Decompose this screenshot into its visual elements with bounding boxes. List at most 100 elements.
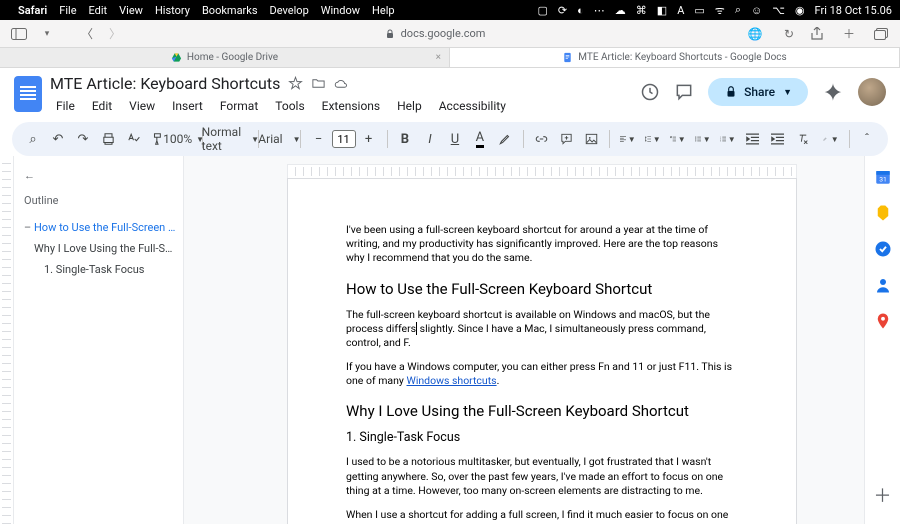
account-avatar[interactable]: [858, 78, 886, 106]
decrease-indent-icon[interactable]: [742, 127, 764, 151]
docs-logo-icon[interactable]: [14, 76, 42, 112]
heading-2[interactable]: How to Use the Full-Screen Keyboard Shor…: [346, 280, 738, 298]
bulleted-list-icon[interactable]: ▼: [692, 127, 714, 151]
keep-icon[interactable]: [874, 204, 892, 222]
body-paragraph[interactable]: I've been using a full-screen keyboard s…: [346, 223, 738, 266]
horizontal-ruler[interactable]: [287, 164, 797, 178]
tab-close-icon[interactable]: ×: [436, 52, 441, 63]
tray-icon[interactable]: ☁: [615, 4, 626, 17]
font-size-decrease[interactable]: −: [308, 127, 330, 151]
menubar-item-window[interactable]: Window: [321, 4, 360, 17]
tray-icon[interactable]: ⋯: [594, 4, 605, 17]
tray-siri-icon[interactable]: ◉: [795, 4, 805, 17]
tray-control-center-icon[interactable]: ⌥: [772, 4, 785, 17]
contacts-icon[interactable]: [874, 276, 892, 294]
menubar-item-edit[interactable]: Edit: [89, 4, 108, 17]
maps-icon[interactable]: [874, 312, 892, 330]
docs-menu-extensions[interactable]: Extensions: [316, 96, 386, 116]
gemini-icon[interactable]: [822, 81, 844, 103]
zoom-select[interactable]: 100%▼: [172, 127, 195, 151]
body-paragraph[interactable]: When I use a shortcut for adding a full …: [346, 508, 738, 524]
comments-icon[interactable]: [674, 82, 694, 102]
cloud-saved-icon[interactable]: [334, 76, 349, 91]
docs-menu-insert[interactable]: Insert: [166, 96, 209, 116]
calendar-icon[interactable]: 31: [874, 168, 892, 186]
tray-user-icon[interactable]: ☺: [751, 4, 762, 17]
body-paragraph[interactable]: I used to be a notorious multitasker, bu…: [346, 455, 738, 498]
outline-item[interactable]: Why I Love Using the Full-Screen...: [24, 238, 177, 259]
italic-icon[interactable]: I: [419, 127, 441, 151]
font-size-increase[interactable]: +: [358, 127, 380, 151]
tabs-overview-icon[interactable]: [872, 25, 890, 43]
paragraph-style-select[interactable]: Normal text▼: [210, 127, 252, 151]
chevron-down-icon[interactable]: ▾: [38, 25, 56, 43]
tray-wifi-icon[interactable]: ᯤ: [715, 3, 725, 18]
heading-2[interactable]: Why I Love Using the Full-Screen Keyboar…: [346, 402, 738, 420]
move-folder-icon[interactable]: [311, 76, 326, 91]
sidebar-toggle-icon[interactable]: [10, 25, 28, 43]
collapse-toolbar-icon[interactable]: ˆ: [856, 127, 878, 151]
body-paragraph[interactable]: If you have a Windows computer, you can …: [346, 360, 738, 388]
forward-button[interactable]: 〉: [106, 25, 124, 43]
bold-icon[interactable]: B: [394, 127, 416, 151]
hyperlink[interactable]: Windows shortcuts: [407, 374, 497, 387]
menubar-clock[interactable]: Fri 18 Oct 15.06: [815, 4, 892, 17]
highlight-color-icon[interactable]: [494, 127, 516, 151]
font-family-select[interactable]: Arial▼: [266, 127, 294, 151]
docs-menu-view[interactable]: View: [123, 96, 161, 116]
docs-menu-help[interactable]: Help: [391, 96, 428, 116]
body-paragraph[interactable]: The full-screen keyboard shortcut is ava…: [346, 308, 738, 351]
add-addon-icon[interactable]: ＋: [874, 482, 892, 508]
tray-icon[interactable]: ⌘: [636, 4, 647, 17]
increase-indent-icon[interactable]: [767, 127, 789, 151]
tasks-icon[interactable]: [874, 240, 892, 258]
search-menus-icon[interactable]: ⌕: [22, 127, 44, 151]
align-select[interactable]: ▼: [617, 127, 639, 151]
insert-link-icon[interactable]: [530, 127, 552, 151]
outline-item[interactable]: 1. Single-Task Focus: [24, 259, 177, 280]
redo-icon[interactable]: ↷: [72, 127, 94, 151]
numbered-list-icon[interactable]: 123▼: [717, 127, 739, 151]
outline-item[interactable]: How to Use the Full-Screen Keyb...: [24, 217, 177, 238]
font-size-input[interactable]: [332, 130, 356, 148]
print-icon[interactable]: [97, 127, 119, 151]
menubar-item-develop[interactable]: Develop: [270, 4, 309, 17]
checklist-icon[interactable]: ▼: [667, 127, 689, 151]
menubar-item-help[interactable]: Help: [372, 4, 395, 17]
menubar-item-bookmarks[interactable]: Bookmarks: [202, 4, 258, 17]
tray-icon[interactable]: ⟳: [558, 4, 567, 17]
spellcheck-icon[interactable]: [122, 127, 144, 151]
document-title[interactable]: MTE Article: Keyboard Shortcuts: [50, 74, 280, 93]
tray-icon[interactable]: ◐: [577, 4, 584, 17]
tray-search-icon[interactable]: ⌕: [735, 3, 741, 17]
clear-formatting-icon[interactable]: [792, 127, 814, 151]
menubar-item-history[interactable]: History: [155, 4, 190, 17]
heading-3[interactable]: 1. Single-Task Focus: [346, 430, 738, 445]
docs-menu-accessibility[interactable]: Accessibility: [433, 96, 512, 116]
outline-close-icon[interactable]: ←: [24, 164, 46, 186]
undo-icon[interactable]: ↶: [47, 127, 69, 151]
document-page[interactable]: I've been using a full-screen keyboard s…: [287, 178, 797, 524]
editing-mode-select[interactable]: ▼: [820, 127, 842, 151]
add-comment-icon[interactable]: [555, 127, 577, 151]
insert-image-icon[interactable]: [580, 127, 602, 151]
address-bar[interactable]: docs.google.com: [134, 27, 736, 40]
docs-menu-format[interactable]: Format: [214, 96, 264, 116]
line-spacing-icon[interactable]: ▼: [642, 127, 664, 151]
history-icon[interactable]: [640, 82, 660, 102]
star-icon[interactable]: [288, 76, 303, 91]
tray-icon[interactable]: A: [677, 4, 684, 17]
share-icon[interactable]: [808, 25, 826, 43]
text-color-icon[interactable]: A: [469, 127, 491, 151]
document-scroll-area[interactable]: I've been using a full-screen keyboard s…: [184, 156, 900, 524]
back-button[interactable]: 〈: [78, 25, 96, 43]
tray-battery-icon[interactable]: ▭: [694, 4, 704, 17]
tray-icon[interactable]: ▢: [538, 4, 548, 17]
share-button[interactable]: Share ▼: [708, 78, 808, 106]
docs-menu-tools[interactable]: Tools: [269, 96, 310, 116]
reload-icon[interactable]: ↻: [780, 25, 798, 43]
browser-tab-docs[interactable]: MTE Article: Keyboard Shortcuts - Google…: [450, 48, 900, 67]
docs-menu-edit[interactable]: Edit: [86, 96, 118, 116]
tray-icon[interactable]: ◧: [657, 4, 667, 17]
new-tab-icon[interactable]: ＋: [840, 25, 858, 43]
